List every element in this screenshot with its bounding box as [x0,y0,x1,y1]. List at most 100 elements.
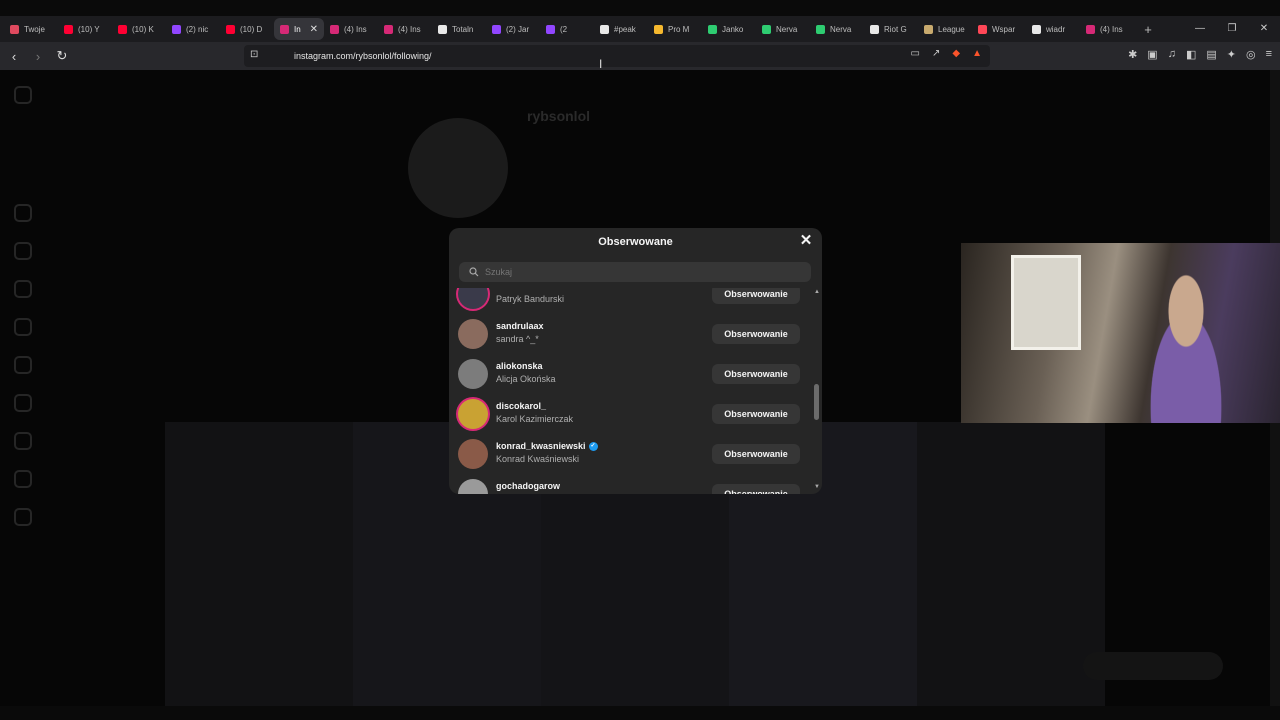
bookmark-icon[interactable]: ⊡ [250,49,258,60]
forward-icon[interactable]: › [28,49,48,64]
browser-tab[interactable]: Pro M [648,18,702,40]
maximize-icon[interactable]: ❐ [1216,16,1248,42]
browser-tab[interactable]: League [918,18,972,40]
browser-tab[interactable]: (2 [540,18,594,40]
menu-icon[interactable]: ≡ [1266,48,1272,61]
scroll-down-icon[interactable]: ▼ [814,484,820,490]
tab-close-icon[interactable]: ✕ [310,24,318,35]
list-item[interactable]: Patryk Bandurski Obserwowanie [449,288,822,314]
browser-tab[interactable]: (2) nic [166,18,220,40]
create-icon[interactable] [14,432,32,450]
username[interactable]: gochadogarow [496,481,560,491]
dashboard-icon[interactable] [14,470,32,488]
username[interactable]: sandrulaax [496,321,544,331]
browser-tab[interactable]: (10) K [112,18,166,40]
media-icon[interactable]: ♫ [1168,48,1176,61]
browser-tab[interactable]: #peak [594,18,648,40]
browser-tab[interactable]: In ✕ [274,18,324,40]
username-text[interactable]: sandrulaax [496,321,544,331]
cast-icon[interactable]: ▭ [911,48,920,59]
avatar[interactable] [458,288,488,309]
modal-header: Obserwowane ✕ [449,228,822,256]
avatar[interactable] [458,439,488,469]
username[interactable]: konrad_kwasniewski ✓ [496,441,598,452]
instagram-sidebar [14,86,32,526]
minimize-icon[interactable]: — [1184,16,1216,42]
url-text[interactable]: instagram.com/rybsonlol/following/ [294,51,432,61]
tab-favicon-icon [708,24,717,34]
list-item[interactable]: aliokonska Alicja Okońska Obserwowanie [449,354,822,394]
tab-label: (10) D [240,24,263,34]
browser-tab[interactable]: (10) Y [58,18,112,40]
browser-tab[interactable]: (4) Ins [378,18,432,40]
username-text[interactable]: discokarol_ [496,401,546,411]
avatar[interactable] [458,359,488,389]
scroll-thumb[interactable] [814,384,819,420]
instagram-logo-icon[interactable] [14,86,32,104]
tab-favicon-icon [118,24,127,34]
browser-tab[interactable]: Nerva [810,18,864,40]
search-input[interactable] [485,267,785,277]
heart-icon[interactable] [14,394,32,412]
avatar[interactable] [458,399,488,429]
browser-tab[interactable]: Wspar [972,18,1026,40]
reels-icon[interactable] [14,242,32,260]
list-item[interactable]: konrad_kwasniewski ✓ Konrad Kwaśniewski Obs… [449,434,822,474]
browser-tab[interactable]: (10) D [220,18,274,40]
screenshot-icon[interactable]: ▣ [1147,48,1157,61]
leo-icon[interactable]: ✦ [1227,48,1236,61]
browser-tab[interactable]: Twoje [4,18,58,40]
following-button[interactable]: Obserwowanie [712,444,800,464]
browser-tab[interactable]: (2) Jar [486,18,540,40]
avatar[interactable] [458,319,488,349]
back-icon[interactable]: ‹ [4,49,24,64]
list-item[interactable]: discokarol_ Karol Kazimierczak Obserwowani… [449,394,822,434]
list-scrollbar[interactable]: ▲ ▼ [812,288,822,494]
username-text[interactable]: aliokonska [496,361,543,371]
following-button[interactable]: Obserwowanie [712,404,800,424]
scroll-up-icon[interactable]: ▲ [814,289,820,295]
username-text[interactable]: gochadogarow [496,481,560,491]
home-icon[interactable] [14,204,32,222]
extensions-icon[interactable]: ✱ [1128,48,1137,61]
browser-tab[interactable]: Totaln [432,18,486,40]
list-item[interactable]: gochadogarowMałgorzata KozyraObserwowani… [449,474,822,494]
search-icon[interactable] [14,318,32,336]
username[interactable]: aliokonska [496,361,543,371]
following-button[interactable]: Obserwowanie [712,288,800,304]
full-name: sandra ^_* [496,334,539,344]
browser-tab[interactable]: Riot G [864,18,918,40]
browser-tab[interactable]: wiadr [1026,18,1080,40]
share-icon[interactable]: ↗ [932,48,940,59]
browser-tab[interactable]: (4) Ins [1080,18,1134,40]
search-box[interactable] [459,262,811,282]
address-bar[interactable]: ⊡ instagram.com/rybsonlol/following/ ▭ ↗… [244,45,990,67]
username-text[interactable]: konrad_kwasniewski [496,441,586,451]
wallet-icon[interactable]: ▤ [1206,48,1216,61]
brave-rewards-icon[interactable]: ▲ [972,48,982,59]
username[interactable]: discokarol_ [496,401,546,411]
messages-badge[interactable] [1083,652,1223,680]
vpn-icon[interactable]: ◎ [1246,48,1256,61]
reload-icon[interactable]: ↻ [52,48,72,64]
profile-avatar [408,118,508,218]
following-button[interactable]: Obserwowanie [712,364,800,384]
browser-tab[interactable]: Janko [702,18,756,40]
search-icon [469,267,479,277]
messages-icon[interactable] [14,280,32,298]
following-button[interactable]: Obserwowanie [712,324,800,344]
explore-icon[interactable] [14,356,32,374]
sidebar-icon[interactable]: ◧ [1186,48,1196,61]
window-close-icon[interactable]: ✕ [1248,16,1280,42]
following-list[interactable]: gochadogarowMałgorzata KozyraObserwowani… [449,288,822,494]
profile-icon[interactable] [14,508,32,526]
avatar[interactable] [458,479,488,494]
tab-favicon-icon [492,24,501,34]
browser-tab[interactable]: Nerva [756,18,810,40]
browser-tab[interactable]: (4) Ins [324,18,378,40]
list-item[interactable]: sandrulaax sandra ^_* Obserwowanie [449,314,822,354]
new-tab-icon[interactable]: + [1138,22,1158,37]
brave-shield-icon[interactable]: ◆ [952,48,960,59]
close-icon[interactable]: ✕ [798,233,814,249]
following-button[interactable]: Obserwowanie [712,484,800,494]
